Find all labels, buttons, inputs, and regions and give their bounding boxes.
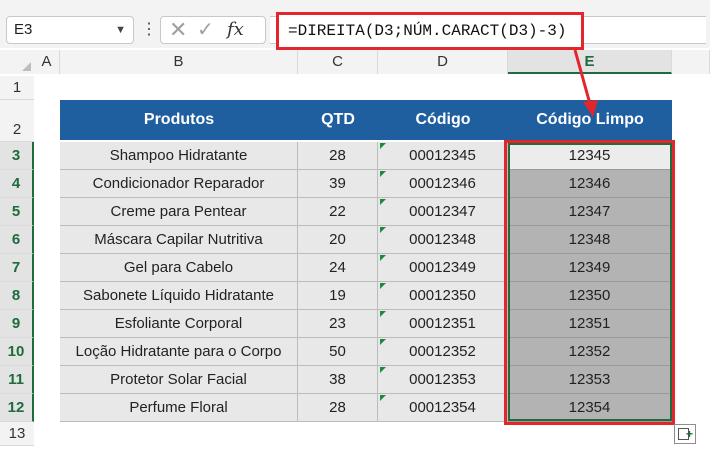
row-header-5[interactable]: 5 bbox=[0, 198, 34, 226]
header-codigo[interactable]: Código bbox=[378, 100, 508, 140]
insert-function-icon[interactable]: fx bbox=[227, 17, 244, 43]
number-as-text-indicator bbox=[380, 171, 386, 177]
number-as-text-indicator bbox=[380, 255, 386, 261]
row-header-4[interactable]: 4 bbox=[0, 170, 34, 198]
number-as-text-indicator bbox=[380, 143, 386, 149]
number-as-text-indicator bbox=[380, 227, 386, 233]
cell-qtd[interactable]: 20 bbox=[298, 226, 378, 254]
row-header-6[interactable]: 6 bbox=[0, 226, 34, 254]
cell-produto[interactable]: Máscara Capilar Nutritiva bbox=[60, 226, 298, 254]
row-header-2[interactable]: 2 bbox=[0, 100, 34, 142]
cell-codigo[interactable]: 00012350 bbox=[378, 282, 508, 310]
highlight-box bbox=[504, 140, 675, 425]
cell-qtd[interactable]: 38 bbox=[298, 366, 378, 394]
formula-buttons: ✕ ✓ fx bbox=[160, 16, 266, 44]
cancel-icon[interactable]: ✕ bbox=[169, 17, 187, 43]
row-header-1[interactable]: 1 bbox=[0, 76, 34, 100]
row-header-9[interactable]: 9 bbox=[0, 310, 34, 338]
cell-qtd[interactable]: 50 bbox=[298, 338, 378, 366]
row-header-8[interactable]: 8 bbox=[0, 282, 34, 310]
cell-produto[interactable]: Perfume Floral bbox=[60, 394, 298, 422]
name-box[interactable]: E3 ▼ bbox=[6, 16, 134, 44]
column-header-f[interactable] bbox=[672, 50, 710, 74]
cell-qtd[interactable]: 28 bbox=[298, 142, 378, 170]
number-as-text-indicator bbox=[380, 283, 386, 289]
more-options-icon[interactable]: ⋮ bbox=[141, 16, 157, 44]
cell-qtd[interactable]: 22 bbox=[298, 198, 378, 226]
number-as-text-indicator bbox=[380, 367, 386, 373]
cell-produto[interactable]: Protetor Solar Facial bbox=[60, 366, 298, 394]
row-header-12[interactable]: 12 bbox=[0, 394, 34, 422]
cell-produto[interactable]: Condicionador Reparador bbox=[60, 170, 298, 198]
cell-qtd[interactable]: 39 bbox=[298, 170, 378, 198]
select-all-corner[interactable] bbox=[0, 50, 34, 74]
cell-produto[interactable]: Creme para Pentear bbox=[60, 198, 298, 226]
header-produtos[interactable]: Produtos bbox=[60, 100, 298, 140]
cell-codigo[interactable]: 00012348 bbox=[378, 226, 508, 254]
enter-icon[interactable]: ✓ bbox=[197, 17, 214, 43]
column-header-a[interactable]: A bbox=[34, 50, 60, 74]
name-box-value: E3 bbox=[14, 21, 33, 38]
cell-produto[interactable]: Gel para Cabelo bbox=[60, 254, 298, 282]
number-as-text-indicator bbox=[380, 339, 386, 345]
number-as-text-indicator bbox=[380, 395, 386, 401]
cell-codigo[interactable]: 00012354 bbox=[378, 394, 508, 422]
cell-codigo[interactable]: 00012349 bbox=[378, 254, 508, 282]
cell-codigo[interactable]: 00012351 bbox=[378, 310, 508, 338]
column-header-e[interactable]: E bbox=[508, 50, 672, 74]
row-header-13[interactable]: 13 bbox=[0, 422, 34, 446]
column-header-d[interactable]: D bbox=[378, 50, 508, 74]
cell-qtd[interactable]: 19 bbox=[298, 282, 378, 310]
row-header-7[interactable]: 7 bbox=[0, 254, 34, 282]
cell-codigo[interactable]: 00012353 bbox=[378, 366, 508, 394]
cell-qtd[interactable]: 23 bbox=[298, 310, 378, 338]
row-header-11[interactable]: 11 bbox=[0, 366, 34, 394]
row-header-10[interactable]: 10 bbox=[0, 338, 34, 366]
cell-codigo[interactable]: 00012346 bbox=[378, 170, 508, 198]
formula-input[interactable]: =DIREITA(D3;NÚM.CARACT(D3)-3) bbox=[276, 12, 584, 50]
cell-produto[interactable]: Shampoo Hidratante bbox=[60, 142, 298, 170]
cell-produto[interactable]: Esfoliante Corporal bbox=[60, 310, 298, 338]
cell-produto[interactable]: Sabonete Líquido Hidratante bbox=[60, 282, 298, 310]
cell-codigo[interactable]: 00012345 bbox=[378, 142, 508, 170]
number-as-text-indicator bbox=[380, 311, 386, 317]
column-header-c[interactable]: C bbox=[298, 50, 378, 74]
column-header-b[interactable]: B bbox=[60, 50, 298, 74]
cell-produto[interactable]: Loção Hidratante para o Corpo bbox=[60, 338, 298, 366]
header-qtd[interactable]: QTD bbox=[298, 100, 378, 140]
cell-codigo[interactable]: 00012352 bbox=[378, 338, 508, 366]
cell-qtd[interactable]: 28 bbox=[298, 394, 378, 422]
number-as-text-indicator bbox=[380, 199, 386, 205]
row-header-3[interactable]: 3 bbox=[0, 142, 34, 170]
chevron-down-icon[interactable]: ▼ bbox=[115, 17, 126, 43]
header-codigo-limpo[interactable]: Código Limpo bbox=[508, 100, 672, 140]
cell-codigo[interactable]: 00012347 bbox=[378, 198, 508, 226]
cell-qtd[interactable]: 24 bbox=[298, 254, 378, 282]
paste-options-icon[interactable] bbox=[674, 424, 696, 444]
